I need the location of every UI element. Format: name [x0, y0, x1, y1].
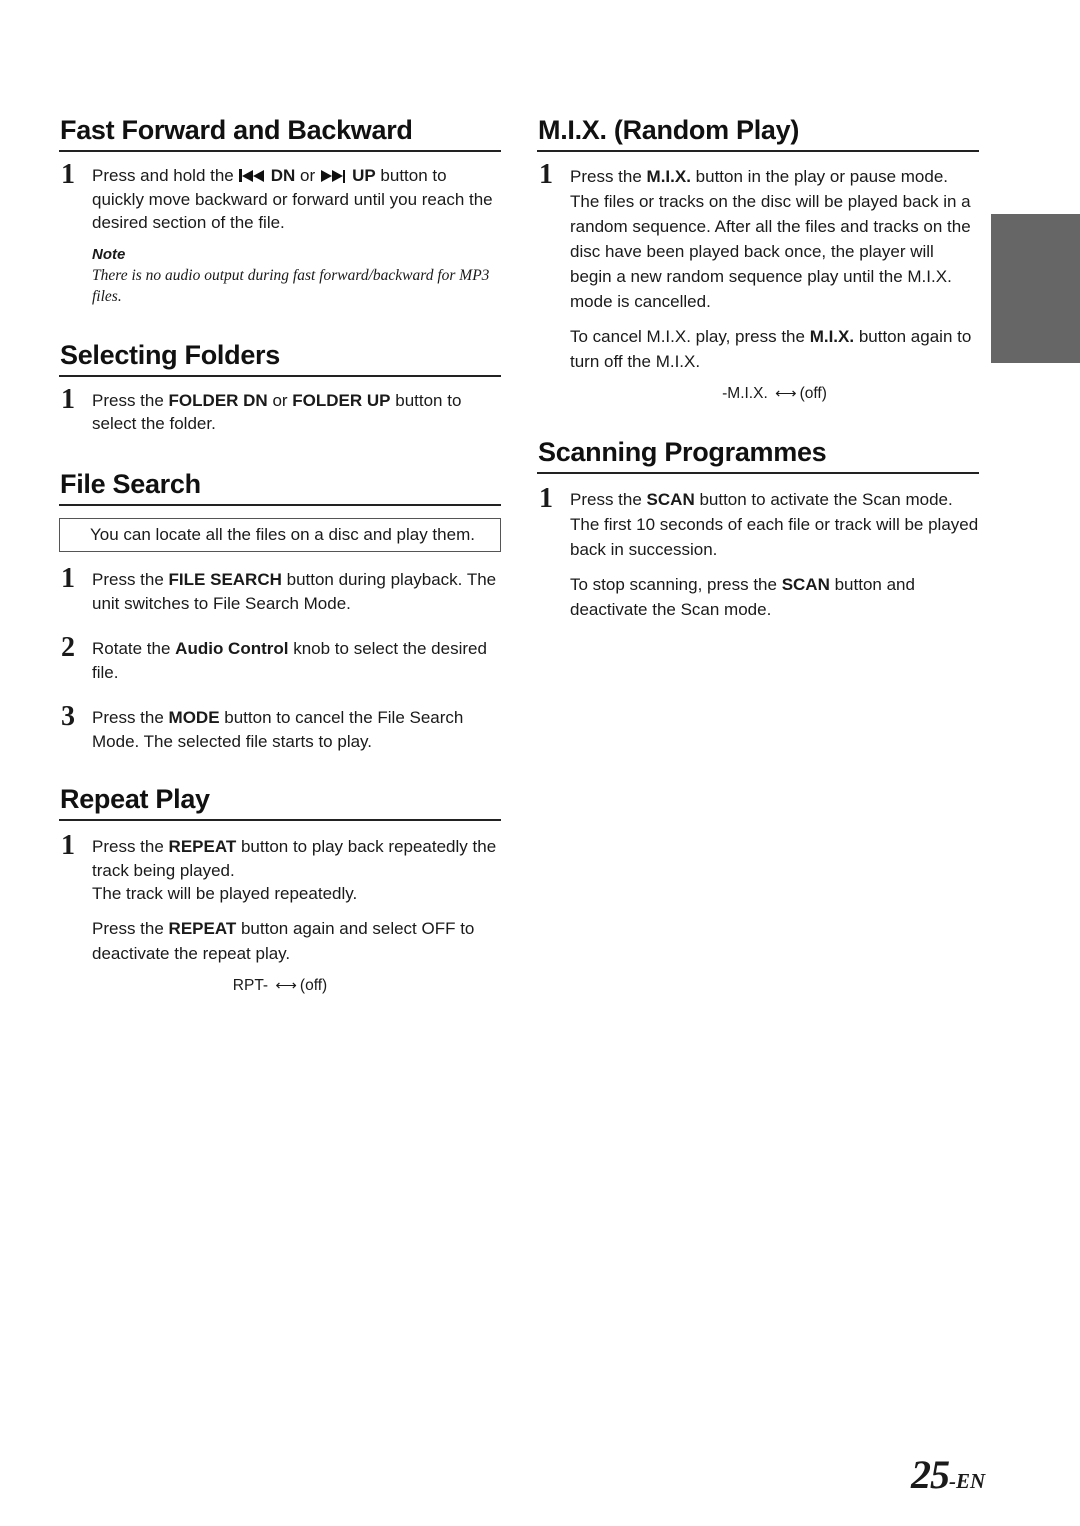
section-title: Fast Forward and Backward	[59, 112, 501, 152]
step-number: 3	[61, 701, 75, 732]
section-fast-forward: Fast Forward and Backward 1 Press and ho…	[59, 112, 501, 307]
right-column: M.I.X. (Random Play) 1 Press the M.I.X. …	[537, 112, 979, 622]
step-bold: REPEAT	[168, 837, 237, 856]
step-bold: FILE SEARCH	[168, 570, 282, 589]
step-item: 1 Press the FILE SEARCH button during pl…	[59, 563, 501, 615]
step-number: 1	[539, 483, 553, 514]
step-number: 1	[61, 159, 75, 190]
extra-bold: SCAN	[781, 574, 830, 594]
step-text-pre: Press the	[570, 167, 647, 186]
extra-pre: Press the	[92, 918, 169, 938]
up-label: UP	[352, 166, 376, 185]
step-bold: MODE	[168, 708, 220, 727]
step-text-pre: Press the	[570, 490, 647, 509]
step-text-mid: or	[295, 166, 320, 185]
step-text-pre: Rotate the	[92, 639, 176, 658]
step-text: Press the MODE button to cancel the File…	[92, 708, 463, 751]
extra-paragraph: Press the REPEAT button again and select…	[59, 916, 501, 966]
chapter-side-tab	[991, 214, 1080, 363]
cycle-to: (off)	[799, 385, 827, 402]
extra-pre: To stop scanning, press the	[570, 574, 782, 594]
page-number-value: 25	[911, 1452, 950, 1497]
step-item: 1 Press and hold the DN or UP button to …	[59, 159, 501, 307]
section-scanning: Scanning Programmes 1 Press the SCAN but…	[537, 434, 979, 622]
step-text: Press the FOLDER DN or FOLDER UP button …	[92, 391, 461, 434]
step-text-post: button in the play or pause mode. The fi…	[570, 167, 971, 311]
step-line2: The first 10 seconds of each file or tra…	[570, 514, 979, 559]
step-text: Press the REPEAT button to play back rep…	[92, 837, 496, 880]
step-item: 1 Press the FOLDER DN or FOLDER UP butto…	[59, 384, 501, 436]
step-item: 1 Press the REPEAT button to play back r…	[59, 830, 501, 906]
step-number: 1	[539, 159, 553, 190]
section-title: M.I.X. (Random Play)	[537, 112, 979, 152]
step-text: Press and hold the DN or UP button to qu…	[92, 166, 493, 232]
mode-cycle: RPT- ⟷ (off)	[59, 976, 501, 996]
step-line2: The track will be played repeatedly.	[92, 884, 358, 903]
step-item: 1 Press the SCAN button to activate the …	[537, 483, 979, 562]
extra-pre: To cancel M.I.X. play, press the	[570, 327, 810, 346]
cycle-from: RPT-	[232, 976, 269, 994]
step-text-pre: Press and hold the	[92, 166, 239, 185]
step-text: Press the FILE SEARCH button during play…	[92, 570, 496, 613]
cycle-to: (off)	[299, 976, 328, 994]
step-text: Rotate the Audio Control knob to select …	[92, 639, 487, 682]
step-text-mid: or	[267, 390, 293, 410]
folder-up-label: FOLDER UP	[292, 390, 391, 410]
note-label: Note	[92, 245, 126, 263]
next-track-icon	[320, 169, 346, 183]
double-arrow-icon: ⟷	[775, 385, 797, 402]
step-number: 2	[61, 632, 75, 663]
page-number: 25-EN	[911, 1455, 985, 1501]
section-title: Scanning Programmes	[537, 434, 979, 474]
section-title: File Search	[59, 466, 501, 506]
mode-cycle: -M.I.X. ⟷ (off)	[537, 384, 979, 404]
section-repeat-play: Repeat Play 1 Press the REPEAT button to…	[59, 781, 501, 996]
step-item: 1 Press the M.I.X. button in the play or…	[537, 159, 979, 314]
step-number: 1	[61, 563, 75, 594]
step-text-pre: Press the	[92, 570, 169, 589]
section-file-search: File Search You can locate all the files…	[59, 466, 501, 754]
step-text-post: button to activate the Scan mode.	[694, 490, 953, 509]
extra-bold: M.I.X.	[809, 327, 855, 346]
step-text: Press the SCAN button to activate the Sc…	[570, 490, 953, 509]
section-title: Selecting Folders	[59, 337, 501, 377]
extra-bold: REPEAT	[168, 918, 237, 938]
step-item: 3 Press the MODE button to cancel the Fi…	[59, 701, 501, 753]
info-box: You can locate all the files on a disc a…	[59, 517, 501, 552]
cycle-from: -M.I.X.	[722, 385, 768, 402]
step-text-pre: Press the	[92, 708, 169, 727]
step-text-pre: Press the	[92, 390, 169, 410]
page-language-suffix: -EN	[949, 1469, 986, 1493]
step-bold: Audio Control	[175, 639, 289, 658]
previous-track-icon	[239, 169, 264, 182]
section-mix: M.I.X. (Random Play) 1 Press the M.I.X. …	[537, 112, 979, 404]
step-bold: SCAN	[646, 490, 695, 509]
step-text-pre: Press the	[92, 837, 169, 856]
extra-paragraph: To cancel M.I.X. play, press the M.I.X. …	[537, 324, 979, 374]
double-arrow-icon: ⟷	[275, 976, 297, 994]
step-number: 1	[61, 383, 75, 415]
step-item: 2 Rotate the Audio Control knob to selec…	[59, 632, 501, 684]
step-text: Press the M.I.X. button in the play or p…	[570, 167, 971, 311]
dn-label: DN	[270, 166, 296, 185]
section-title: Repeat Play	[59, 781, 501, 821]
step-bold: M.I.X.	[646, 167, 691, 186]
note-text: There is no audio output during fast for…	[92, 266, 490, 305]
left-column: Fast Forward and Backward 1 Press and ho…	[59, 112, 501, 996]
step-number: 1	[61, 830, 75, 861]
extra-paragraph: To stop scanning, press the SCAN button …	[537, 572, 979, 622]
section-selecting-folders: Selecting Folders 1 Press the FOLDER DN …	[59, 337, 501, 436]
folder-dn-label: FOLDER DN	[168, 390, 268, 410]
